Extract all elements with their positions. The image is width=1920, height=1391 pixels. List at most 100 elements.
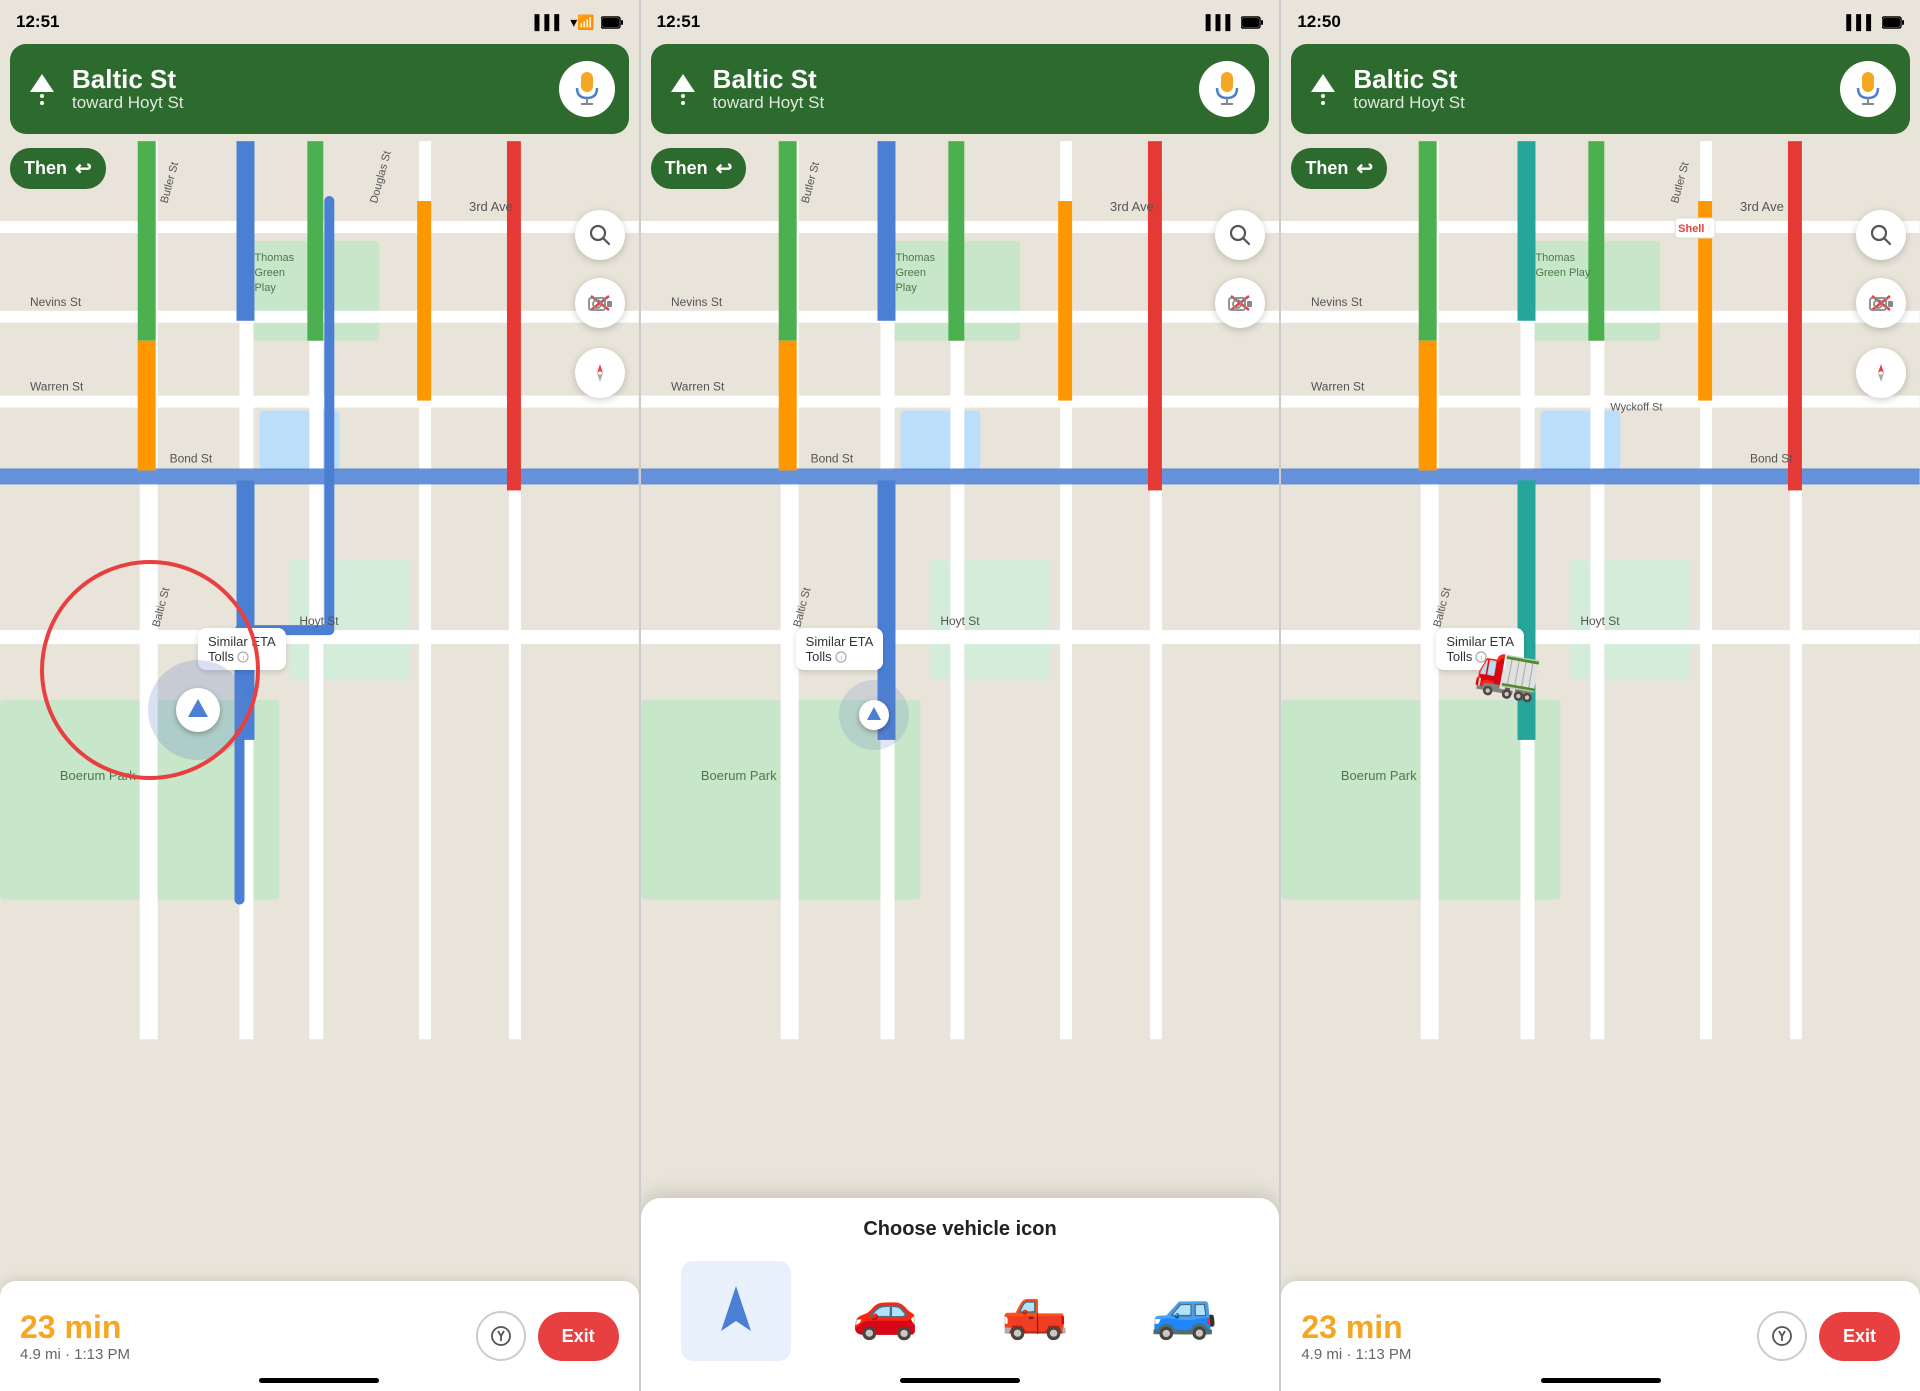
map-svg-3: 3rd Ave Nevins St Warren St Bond St Hoyt… bbox=[1281, 0, 1920, 1391]
nav-text-2: Baltic St toward Hoyt St bbox=[713, 65, 1188, 114]
tolls-text-2: Tolls bbox=[806, 649, 832, 664]
red-circle-annotation bbox=[40, 560, 260, 780]
signal-icon-2: ▌▌▌ bbox=[1206, 14, 1236, 30]
nav-header-3: Baltic St toward Hoyt St bbox=[1291, 44, 1910, 134]
turn-arrow-icon-2: ↩ bbox=[716, 156, 733, 181]
vehicle-option-yellow-suv[interactable]: 🚙 bbox=[1129, 1261, 1239, 1361]
mic-icon-2 bbox=[1213, 72, 1241, 106]
nav-toward-3: toward Hoyt St bbox=[1353, 93, 1828, 113]
svg-text:Boerum Park: Boerum Park bbox=[1341, 768, 1417, 783]
tolls-text-3: Tolls bbox=[1446, 649, 1472, 664]
search-icon-3 bbox=[1870, 224, 1892, 246]
nav-direction-arrow-1 bbox=[24, 71, 60, 107]
fork-icon-1 bbox=[490, 1325, 512, 1347]
speedcam-icon-3 bbox=[1868, 292, 1894, 314]
status-bar-3: 12:50 ▌▌▌ bbox=[1281, 0, 1920, 44]
vehicle-options: 🚗 🛻 🚙 bbox=[661, 1261, 1260, 1371]
route-options-button-3[interactable] bbox=[1757, 1311, 1807, 1361]
svg-text:3rd Ave: 3rd Ave bbox=[1740, 199, 1784, 214]
status-icons-3: ▌▌▌ bbox=[1846, 14, 1904, 30]
nav-street-3: Baltic St bbox=[1353, 65, 1828, 94]
location-button-3[interactable] bbox=[1856, 348, 1906, 398]
search-button-3[interactable] bbox=[1856, 210, 1906, 260]
vehicle-option-green-truck[interactable]: 🛻 bbox=[980, 1261, 1090, 1361]
svg-text:Wyckoff St: Wyckoff St bbox=[1611, 402, 1663, 414]
eta-mins-1: 23 min bbox=[20, 1309, 476, 1346]
vehicle-option-arrow[interactable] bbox=[681, 1261, 791, 1361]
speedcam-button-2[interactable] bbox=[1215, 278, 1265, 328]
mic-button-1[interactable] bbox=[559, 61, 615, 117]
yellow-suv-icon: 🚙 bbox=[1151, 1280, 1218, 1343]
search-icon-1 bbox=[589, 224, 611, 246]
eta-label-2: Similar ETA Tolls i bbox=[796, 628, 884, 670]
nav-street-1: Baltic St bbox=[72, 65, 547, 94]
route-options-button-1[interactable] bbox=[476, 1311, 526, 1361]
then-button-3[interactable]: Then ↩ bbox=[1291, 148, 1387, 189]
svg-text:Hoyt St: Hoyt St bbox=[1581, 614, 1621, 628]
svg-text:Bond St: Bond St bbox=[810, 451, 853, 465]
svg-text:Warren St: Warren St bbox=[1311, 380, 1365, 394]
wifi-icon-1: ▾📶 bbox=[570, 14, 594, 31]
nav-toward-1: toward Hoyt St bbox=[72, 93, 547, 113]
arrow-vehicle-icon bbox=[701, 1276, 771, 1346]
nav-header-2: Baltic St toward Hoyt St bbox=[651, 44, 1270, 134]
nav-street-2: Baltic St bbox=[713, 65, 1188, 94]
battery-icon-1 bbox=[601, 16, 623, 29]
current-location-2 bbox=[839, 680, 909, 750]
svg-text:Warren St: Warren St bbox=[671, 380, 725, 394]
battery-icon-2 bbox=[1241, 16, 1263, 29]
svg-text:Nevins St: Nevins St bbox=[671, 295, 723, 309]
speedcam-button-1[interactable] bbox=[575, 278, 625, 328]
nav-text-1: Baltic St toward Hoyt St bbox=[72, 65, 547, 114]
bottom-bar-1: 23 min 4.9 mi · 1:13 PM Exit bbox=[0, 1281, 639, 1391]
green-truck-icon: 🛻 bbox=[1001, 1280, 1068, 1343]
compass-icon-3 bbox=[1870, 362, 1892, 384]
exit-button-3[interactable]: Exit bbox=[1819, 1312, 1900, 1361]
speedcam-icon-1 bbox=[587, 292, 613, 314]
search-button-1[interactable] bbox=[575, 210, 625, 260]
svg-text:Hoyt St: Hoyt St bbox=[940, 614, 980, 628]
then-button-2[interactable]: Then ↩ bbox=[651, 148, 747, 189]
svg-text:Shell: Shell bbox=[1679, 223, 1705, 235]
mic-icon-1 bbox=[573, 72, 601, 106]
svg-text:Thomas: Thomas bbox=[895, 252, 935, 264]
svg-text:Play: Play bbox=[895, 282, 917, 294]
search-button-2[interactable] bbox=[1215, 210, 1265, 260]
svg-text:Green Play: Green Play bbox=[1536, 267, 1591, 279]
mic-icon-3 bbox=[1854, 72, 1882, 106]
time-3: 12:50 bbox=[1297, 12, 1340, 32]
eta-detail-1: 4.9 mi · 1:13 PM bbox=[20, 1346, 476, 1363]
svg-text:Warren St: Warren St bbox=[30, 380, 84, 394]
svg-text:Boerum Park: Boerum Park bbox=[701, 768, 777, 783]
vehicle-option-red-car[interactable]: 🚗 bbox=[830, 1261, 940, 1361]
nav-text-3: Baltic St toward Hoyt St bbox=[1353, 65, 1828, 114]
location-button-1[interactable] bbox=[575, 348, 625, 398]
turn-arrow-icon-1: ↩ bbox=[75, 156, 92, 181]
time-1: 12:51 bbox=[16, 12, 59, 32]
svg-text:Butler St: Butler St bbox=[799, 161, 821, 205]
eta-detail-3: 4.9 mi · 1:13 PM bbox=[1301, 1346, 1757, 1363]
panel-3: 12:50 ▌▌▌ Baltic St toward Hoyt St bbox=[1281, 0, 1920, 1391]
svg-text:Nevins St: Nevins St bbox=[30, 295, 82, 309]
signal-icon-1: ▌▌▌ bbox=[534, 14, 564, 30]
eta-mins-3: 23 min bbox=[1301, 1309, 1757, 1346]
bottom-bar-3: 23 min 4.9 mi · 1:13 PM Exit bbox=[1281, 1281, 1920, 1391]
speedcam-button-3[interactable] bbox=[1856, 278, 1906, 328]
svg-text:i: i bbox=[840, 655, 842, 662]
map-svg-2: 3rd Ave Nevins St Warren St Bond St Hoyt… bbox=[641, 0, 1280, 1391]
svg-text:Nevins St: Nevins St bbox=[1311, 295, 1363, 309]
then-button-1[interactable]: Then ↩ bbox=[10, 148, 106, 189]
speedcam-icon-2 bbox=[1227, 292, 1253, 314]
svg-text:Butler St: Butler St bbox=[1669, 161, 1691, 205]
mic-button-3[interactable] bbox=[1840, 61, 1896, 117]
signal-icon-3: ▌▌▌ bbox=[1846, 14, 1876, 30]
svg-text:3rd Ave: 3rd Ave bbox=[1110, 199, 1154, 214]
svg-text:Thomas: Thomas bbox=[1536, 252, 1576, 264]
nav-toward-2: toward Hoyt St bbox=[713, 93, 1188, 113]
exit-button-1[interactable]: Exit bbox=[538, 1312, 619, 1361]
mic-button-2[interactable] bbox=[1199, 61, 1255, 117]
nav-direction-arrow-3 bbox=[1305, 71, 1341, 107]
info-icon-2: i bbox=[835, 651, 847, 663]
svg-text:Thomas: Thomas bbox=[254, 252, 294, 264]
svg-text:Bond St: Bond St bbox=[170, 451, 213, 465]
